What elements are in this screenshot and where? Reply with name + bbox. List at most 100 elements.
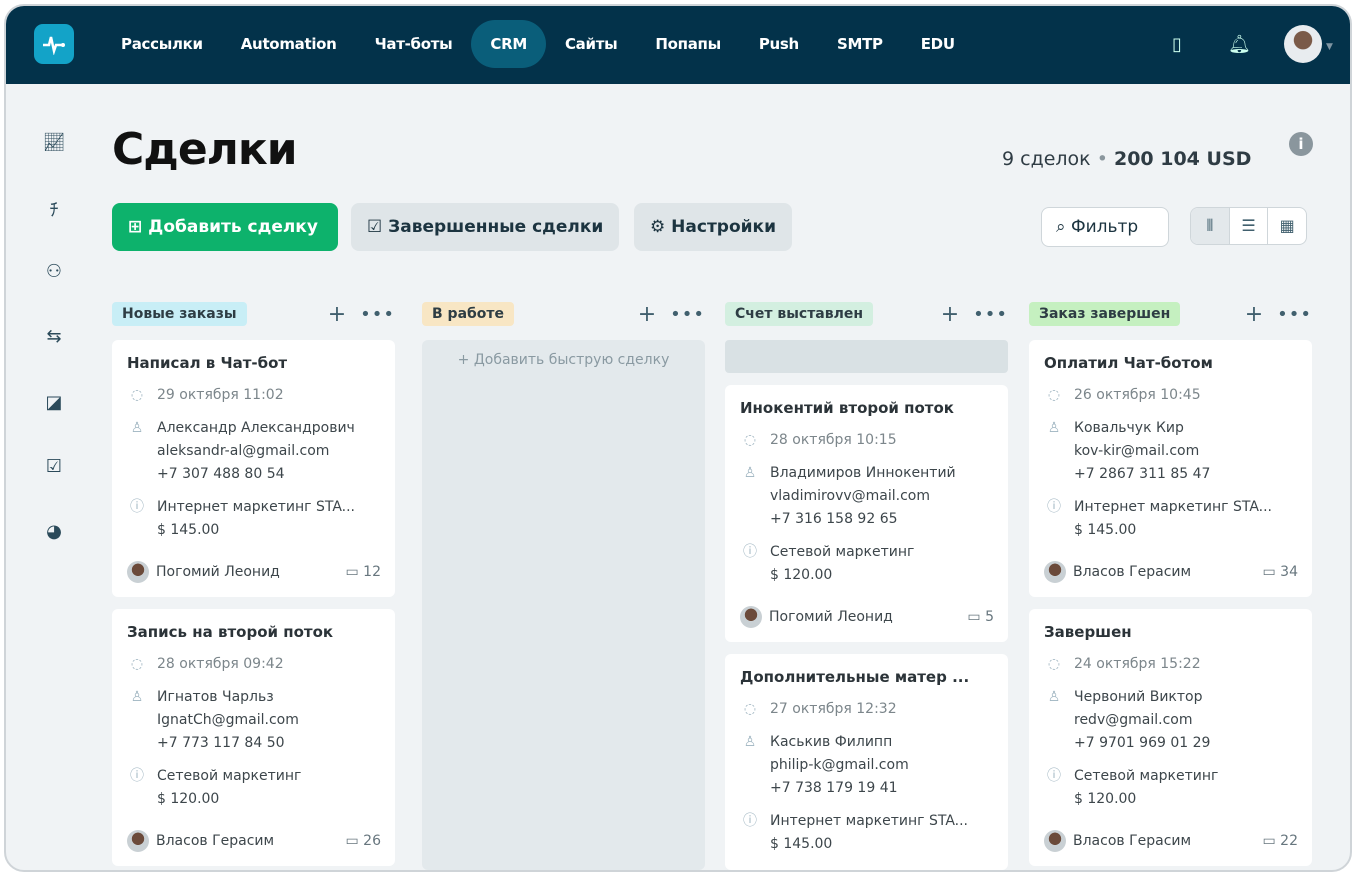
info-icon: ⓘ	[130, 768, 144, 784]
contacts-icon[interactable]: ⚇	[42, 261, 66, 282]
nav-item[interactable]: CRM	[471, 20, 546, 68]
deal-title: Дополнительные матер ...	[740, 668, 970, 686]
comment-count: 34	[1280, 564, 1298, 580]
product: Сетевой маркетинг	[157, 768, 302, 784]
chat-icon: ◌	[130, 387, 144, 403]
nav-item[interactable]: SMTP	[818, 20, 902, 68]
column-title: В работе	[422, 302, 515, 326]
info-icon: ⓘ	[743, 544, 757, 560]
more-icon[interactable]: •••	[360, 304, 395, 325]
contact-phone: +7 307 488 80 54	[157, 466, 285, 482]
deal-date: 27 октября 12:32	[770, 701, 897, 717]
column-header: Счет выставлен + •••	[725, 300, 1008, 328]
more-icon[interactable]: •••	[973, 304, 1008, 325]
column-header: В работе + •••	[422, 300, 705, 328]
nav-item[interactable]: Рассылки	[102, 20, 222, 68]
add-icon[interactable]: +	[941, 302, 959, 327]
contact-name: Ковальчук Кир	[1074, 420, 1184, 436]
chat-icon: ◌	[743, 701, 757, 717]
price: $ 120.00	[1074, 791, 1137, 807]
calendar-view-icon[interactable]: ▦	[1267, 208, 1306, 244]
automation-icon[interactable]: ﾁ	[42, 196, 66, 222]
contact-email: aleksandr-al@gmail.com	[157, 443, 330, 459]
more-icon[interactable]: •••	[670, 304, 705, 325]
bell-icon[interactable]: 🔔︎	[1228, 34, 1251, 55]
info-icon: ⓘ	[130, 499, 144, 515]
contact-phone: +7 316 158 92 65	[770, 511, 898, 527]
owner-avatar	[1044, 830, 1066, 852]
chevron-down-icon[interactable]: ▼	[1326, 42, 1333, 52]
nav-item[interactable]: EDU	[902, 20, 974, 68]
deal-title: Написал в Чат-бот	[127, 354, 288, 372]
separator: •	[1096, 148, 1108, 170]
nav-item[interactable]: Попапы	[636, 20, 739, 68]
comment-icon: ▭	[1262, 564, 1281, 580]
add-deal-button[interactable]: ⊞ Добавить сделку	[112, 203, 338, 251]
deal-total: 200 104 USD	[1113, 148, 1252, 170]
settings-button[interactable]: ⚙ Настройки	[634, 203, 793, 251]
info-icon: ⓘ	[1047, 768, 1061, 784]
wallet-icon[interactable]: ◕	[42, 521, 66, 542]
nav-item[interactable]: Automation	[222, 20, 356, 68]
transfer-icon[interactable]: ⇆	[42, 326, 66, 347]
nav-item[interactable]: Чат-боты	[356, 20, 472, 68]
comment-icon: ▭	[345, 564, 364, 580]
comment-icon: ▭	[1262, 833, 1281, 849]
column-header: Заказ завершен + •••	[1029, 300, 1312, 328]
search-icon: ⌕	[1056, 217, 1071, 237]
contact-phone: +7 773 117 84 50	[157, 735, 285, 751]
info-icon[interactable]: i	[1289, 132, 1313, 156]
filter-button[interactable]: ⌕ Фильтр	[1041, 207, 1169, 247]
deal-card[interactable]: Завершен ◌ 24 октября 15:22 ♙ Червоний Вик…	[1029, 609, 1312, 866]
contact-name: Червоний Виктор	[1074, 689, 1203, 705]
checkbox-icon: ☑	[367, 217, 389, 237]
pipeline-column: Заказ завершен + ••• Оплатил Чат-ботом ◌ 2…	[1029, 300, 1312, 866]
logo-icon[interactable]	[34, 24, 74, 64]
deal-card[interactable]: Запись на второй поток ◌ 28 октября 09:42…	[112, 609, 395, 866]
settings-label: Настройки	[671, 217, 777, 237]
kanban-view-icon[interactable]: ⦀	[1191, 208, 1229, 244]
deal-date: 28 октября 09:42	[157, 656, 284, 672]
column-title: Заказ завершен	[1029, 302, 1181, 326]
owner-avatar	[127, 830, 149, 852]
view-switcher: ⦀ ☰ ▦	[1190, 207, 1307, 245]
analytics-icon[interactable]: 📈︎	[42, 132, 66, 153]
contact-phone: +7 2867 311 85 47	[1074, 466, 1211, 482]
owner-name: Погомий Леонид	[156, 564, 280, 580]
nav-item[interactable]: Сайты	[546, 20, 636, 68]
tasks-icon[interactable]: ☑	[42, 456, 66, 477]
deal-title: Запись на второй поток	[127, 623, 334, 641]
deal-card[interactable]: Инокентий второй поток ◌ 28 октября 10:15…	[725, 385, 1008, 642]
product: Интернет маркетинг STA...	[770, 813, 968, 829]
comment-icon: ▭	[967, 609, 986, 625]
quick-add-area[interactable]: + Добавить быструю сделку	[422, 340, 705, 870]
add-icon[interactable]: +	[638, 302, 656, 327]
comment-count: 5	[985, 609, 994, 625]
contact-name: Игнатов Чарльз	[157, 689, 274, 705]
owner-name: Власов Герасим	[156, 833, 275, 849]
user-icon: ♙	[743, 734, 757, 750]
owner-name: Погомий Леонид	[769, 609, 893, 625]
deal-card[interactable]: Дополнительные матер ... ◌ 27 октября 12:…	[725, 654, 1008, 870]
contact-name: Каськив Филипп	[770, 734, 893, 750]
deals-icon[interactable]: ◪	[42, 392, 66, 413]
comment-count: 26	[363, 833, 381, 849]
add-icon[interactable]: +	[328, 302, 346, 327]
user-icon: ♙	[1047, 689, 1061, 705]
avatar[interactable]	[1284, 25, 1322, 63]
mobile-icon[interactable]: ▯	[1172, 34, 1182, 55]
add-icon[interactable]: +	[1245, 302, 1263, 327]
completed-deals-button[interactable]: ☑ Завершенные сделки	[351, 203, 620, 251]
more-icon[interactable]: •••	[1277, 304, 1312, 325]
deal-count: 9 сделок	[1002, 148, 1091, 170]
list-view-icon[interactable]: ☰	[1228, 208, 1268, 244]
deal-card[interactable]: Оплатил Чат-ботом ◌ 26 октября 10:45 ♙ Ков…	[1029, 340, 1312, 597]
top-nav: Рассылки Automation Чат-боты CRM Сайты Попапы…	[6, 6, 1350, 84]
app-window: Рассылки Automation Чат-боты CRM Сайты Попапы…	[4, 4, 1352, 872]
comment-count: 22	[1280, 833, 1298, 849]
deal-card[interactable]: Написал в Чат-бот ◌ 29 октября 11:02 ♙ Але…	[112, 340, 395, 597]
owner-avatar	[740, 606, 762, 628]
nav-item[interactable]: Push	[740, 20, 818, 68]
deal-title: Инокентий второй поток	[740, 399, 954, 417]
owner-name: Власов Герасим	[1073, 833, 1192, 849]
